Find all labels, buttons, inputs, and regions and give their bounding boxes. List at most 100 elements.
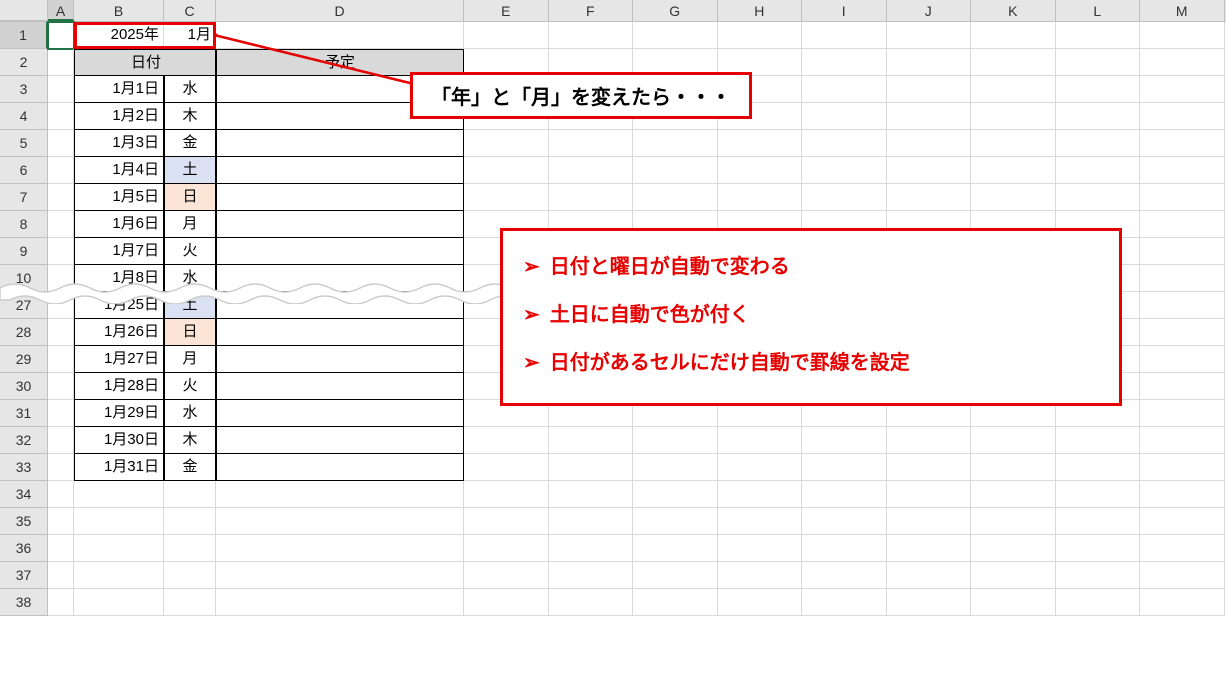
cell[interactable] xyxy=(887,481,972,508)
cell[interactable] xyxy=(802,535,887,562)
cell[interactable] xyxy=(887,76,972,103)
cell[interactable] xyxy=(887,427,972,454)
col-header-C[interactable]: C xyxy=(164,0,216,21)
cell[interactable] xyxy=(1140,49,1225,76)
cell[interactable] xyxy=(1140,454,1225,481)
col-header-E[interactable]: E xyxy=(464,0,549,21)
cell[interactable] xyxy=(718,427,803,454)
cell[interactable] xyxy=(1140,373,1225,400)
row-header[interactable]: 3 xyxy=(0,76,48,103)
cell[interactable] xyxy=(549,508,634,535)
cell[interactable] xyxy=(549,130,634,157)
cell[interactable] xyxy=(887,103,972,130)
cell-plan[interactable] xyxy=(216,157,464,184)
cell[interactable] xyxy=(718,562,803,589)
row-header[interactable]: 35 xyxy=(0,508,48,535)
cell-A2[interactable] xyxy=(48,49,74,76)
cell[interactable] xyxy=(633,454,718,481)
row-header[interactable]: 5 xyxy=(0,130,48,157)
cell-date[interactable]: 1月7日 xyxy=(74,238,164,265)
cell[interactable] xyxy=(464,184,549,211)
col-header-D[interactable]: D xyxy=(216,0,464,21)
row-header[interactable]: 1 xyxy=(0,22,48,49)
cell[interactable] xyxy=(74,589,164,616)
cell[interactable] xyxy=(1140,508,1225,535)
cell[interactable] xyxy=(48,454,74,481)
cell[interactable] xyxy=(633,22,718,49)
cell[interactable] xyxy=(802,454,887,481)
col-header-H[interactable]: H xyxy=(718,0,803,21)
cell-dow[interactable]: 木 xyxy=(164,427,216,454)
cell[interactable] xyxy=(802,22,887,49)
cell[interactable] xyxy=(802,184,887,211)
col-header-J[interactable]: J xyxy=(887,0,972,21)
cell[interactable] xyxy=(48,589,74,616)
cell-dow[interactable]: 金 xyxy=(164,454,216,481)
cell[interactable] xyxy=(802,508,887,535)
cell[interactable] xyxy=(1056,562,1141,589)
cell-plan[interactable] xyxy=(216,238,464,265)
row-header[interactable]: 38 xyxy=(0,589,48,616)
cell[interactable] xyxy=(971,103,1056,130)
cell[interactable] xyxy=(48,508,74,535)
cell[interactable] xyxy=(1140,589,1225,616)
cell-plan[interactable] xyxy=(216,346,464,373)
cell[interactable] xyxy=(549,22,634,49)
col-header-I[interactable]: I xyxy=(802,0,887,21)
cell[interactable] xyxy=(971,130,1056,157)
row-header[interactable]: 8 xyxy=(0,211,48,238)
cell-date[interactable]: 1月5日 xyxy=(74,184,164,211)
cell[interactable] xyxy=(971,49,1056,76)
cell[interactable] xyxy=(802,427,887,454)
cell[interactable] xyxy=(971,508,1056,535)
cell[interactable] xyxy=(48,211,74,238)
cell[interactable] xyxy=(1140,292,1225,319)
row-header[interactable]: 33 xyxy=(0,454,48,481)
cell[interactable] xyxy=(971,76,1056,103)
cell[interactable] xyxy=(887,22,972,49)
cell[interactable] xyxy=(1056,454,1141,481)
cell[interactable] xyxy=(887,562,972,589)
cell[interactable] xyxy=(1140,130,1225,157)
row-header[interactable]: 32 xyxy=(0,427,48,454)
cell[interactable] xyxy=(633,427,718,454)
cell[interactable] xyxy=(971,157,1056,184)
cell[interactable] xyxy=(549,589,634,616)
cell[interactable] xyxy=(971,454,1056,481)
cell[interactable] xyxy=(887,184,972,211)
cell-plan[interactable] xyxy=(216,211,464,238)
row-header[interactable]: 6 xyxy=(0,157,48,184)
cell[interactable] xyxy=(464,130,549,157)
cell[interactable] xyxy=(887,130,972,157)
cell[interactable] xyxy=(1140,346,1225,373)
cell[interactable] xyxy=(48,292,74,319)
cell[interactable] xyxy=(549,184,634,211)
cell[interactable] xyxy=(718,535,803,562)
cell-date[interactable]: 1月3日 xyxy=(74,130,164,157)
cell[interactable] xyxy=(1140,319,1225,346)
cell[interactable] xyxy=(802,49,887,76)
cell[interactable] xyxy=(74,562,164,589)
cell[interactable] xyxy=(887,535,972,562)
cell[interactable] xyxy=(164,562,216,589)
cell[interactable] xyxy=(802,157,887,184)
cell[interactable] xyxy=(802,481,887,508)
cell[interactable] xyxy=(1056,49,1141,76)
cell[interactable] xyxy=(1056,22,1141,49)
cell[interactable] xyxy=(48,238,74,265)
cell[interactable] xyxy=(48,346,74,373)
cell-D1[interactable] xyxy=(216,22,464,49)
cell[interactable] xyxy=(164,508,216,535)
header-date-merge[interactable] xyxy=(164,49,216,76)
row-header[interactable]: 7 xyxy=(0,184,48,211)
cell[interactable] xyxy=(1140,238,1225,265)
cell[interactable] xyxy=(48,562,74,589)
cell[interactable] xyxy=(48,103,74,130)
cell[interactable] xyxy=(216,535,464,562)
cell[interactable] xyxy=(464,562,549,589)
cell[interactable] xyxy=(887,49,972,76)
cell[interactable] xyxy=(74,508,164,535)
cell[interactable] xyxy=(802,589,887,616)
cell[interactable] xyxy=(216,562,464,589)
cell[interactable] xyxy=(718,22,803,49)
